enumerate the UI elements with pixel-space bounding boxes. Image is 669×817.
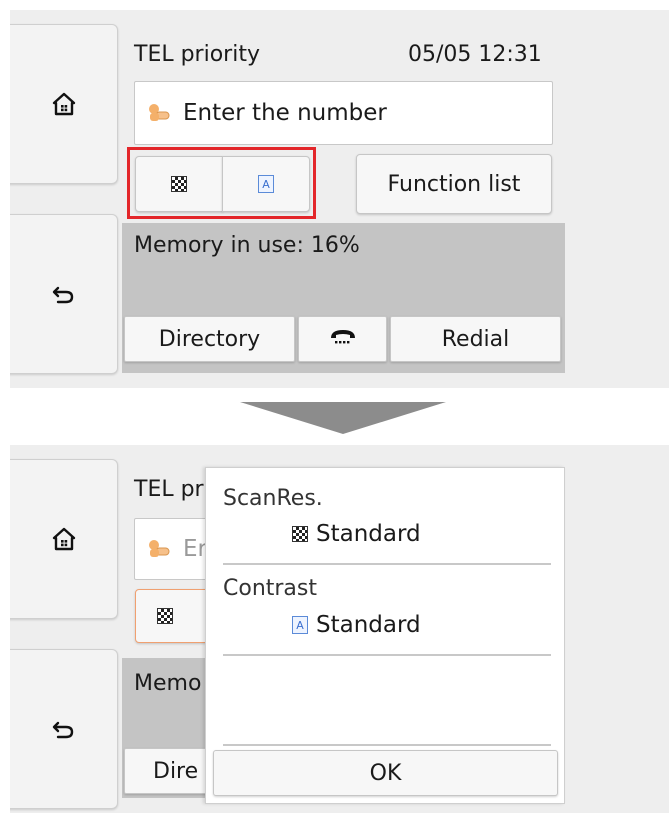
directory-label: Directory	[158, 326, 261, 352]
phone-hook-icon	[329, 327, 357, 352]
settings-popup: ScanRes. Standard Contrast A Standard OK	[205, 467, 565, 804]
screen-before: TEL priority 05/05 12:31 Enter the numbe…	[10, 10, 669, 388]
pointing-hand-icon	[149, 104, 170, 121]
directory-button[interactable]: Directory	[124, 316, 295, 362]
contrast-label: Contrast	[223, 576, 318, 601]
divider	[223, 654, 551, 656]
mode-label: TEL priority	[134, 42, 260, 67]
home-button[interactable]	[10, 459, 118, 619]
checker-icon	[292, 526, 308, 542]
divider	[223, 563, 551, 565]
back-arrow-icon	[51, 716, 77, 742]
pointing-hand-icon	[149, 540, 170, 557]
number-input-placeholder: Er	[183, 536, 207, 562]
home-icon	[51, 526, 77, 552]
back-button[interactable]	[10, 649, 118, 809]
function-list-label: Function list	[387, 171, 521, 197]
function-list-button[interactable]: Function list	[356, 154, 552, 214]
highlight-box	[127, 147, 316, 219]
number-input-placeholder: Enter the number	[183, 100, 387, 126]
mode-label-partial: TEL pr	[134, 477, 204, 502]
ok-button[interactable]: OK	[213, 750, 558, 796]
ok-label: OK	[369, 760, 402, 786]
scan-res-value: Standard	[316, 521, 421, 547]
memory-status: Memory in use: 16%	[134, 233, 360, 258]
directory-label-partial: Dire	[153, 758, 199, 784]
memory-status-partial: Memo	[134, 671, 202, 696]
contrast-setting[interactable]: A Standard	[292, 612, 421, 638]
back-button[interactable]	[10, 214, 118, 374]
scan-res-label: ScanRes.	[223, 486, 323, 511]
contrast-value: Standard	[316, 612, 421, 638]
redial-button[interactable]: Redial	[390, 316, 561, 362]
down-arrow-icon	[240, 402, 446, 434]
scan-res-setting[interactable]: Standard	[292, 521, 421, 547]
home-icon	[51, 91, 77, 117]
divider	[223, 744, 551, 746]
checker-icon	[157, 608, 173, 624]
contrast-a-icon: A	[292, 616, 308, 634]
back-arrow-icon	[51, 281, 77, 307]
datetime: 05/05 12:31	[408, 42, 542, 67]
number-input[interactable]: Enter the number	[134, 81, 553, 145]
redial-label: Redial	[441, 326, 510, 352]
home-button[interactable]	[10, 24, 118, 184]
hook-button[interactable]	[298, 316, 387, 362]
